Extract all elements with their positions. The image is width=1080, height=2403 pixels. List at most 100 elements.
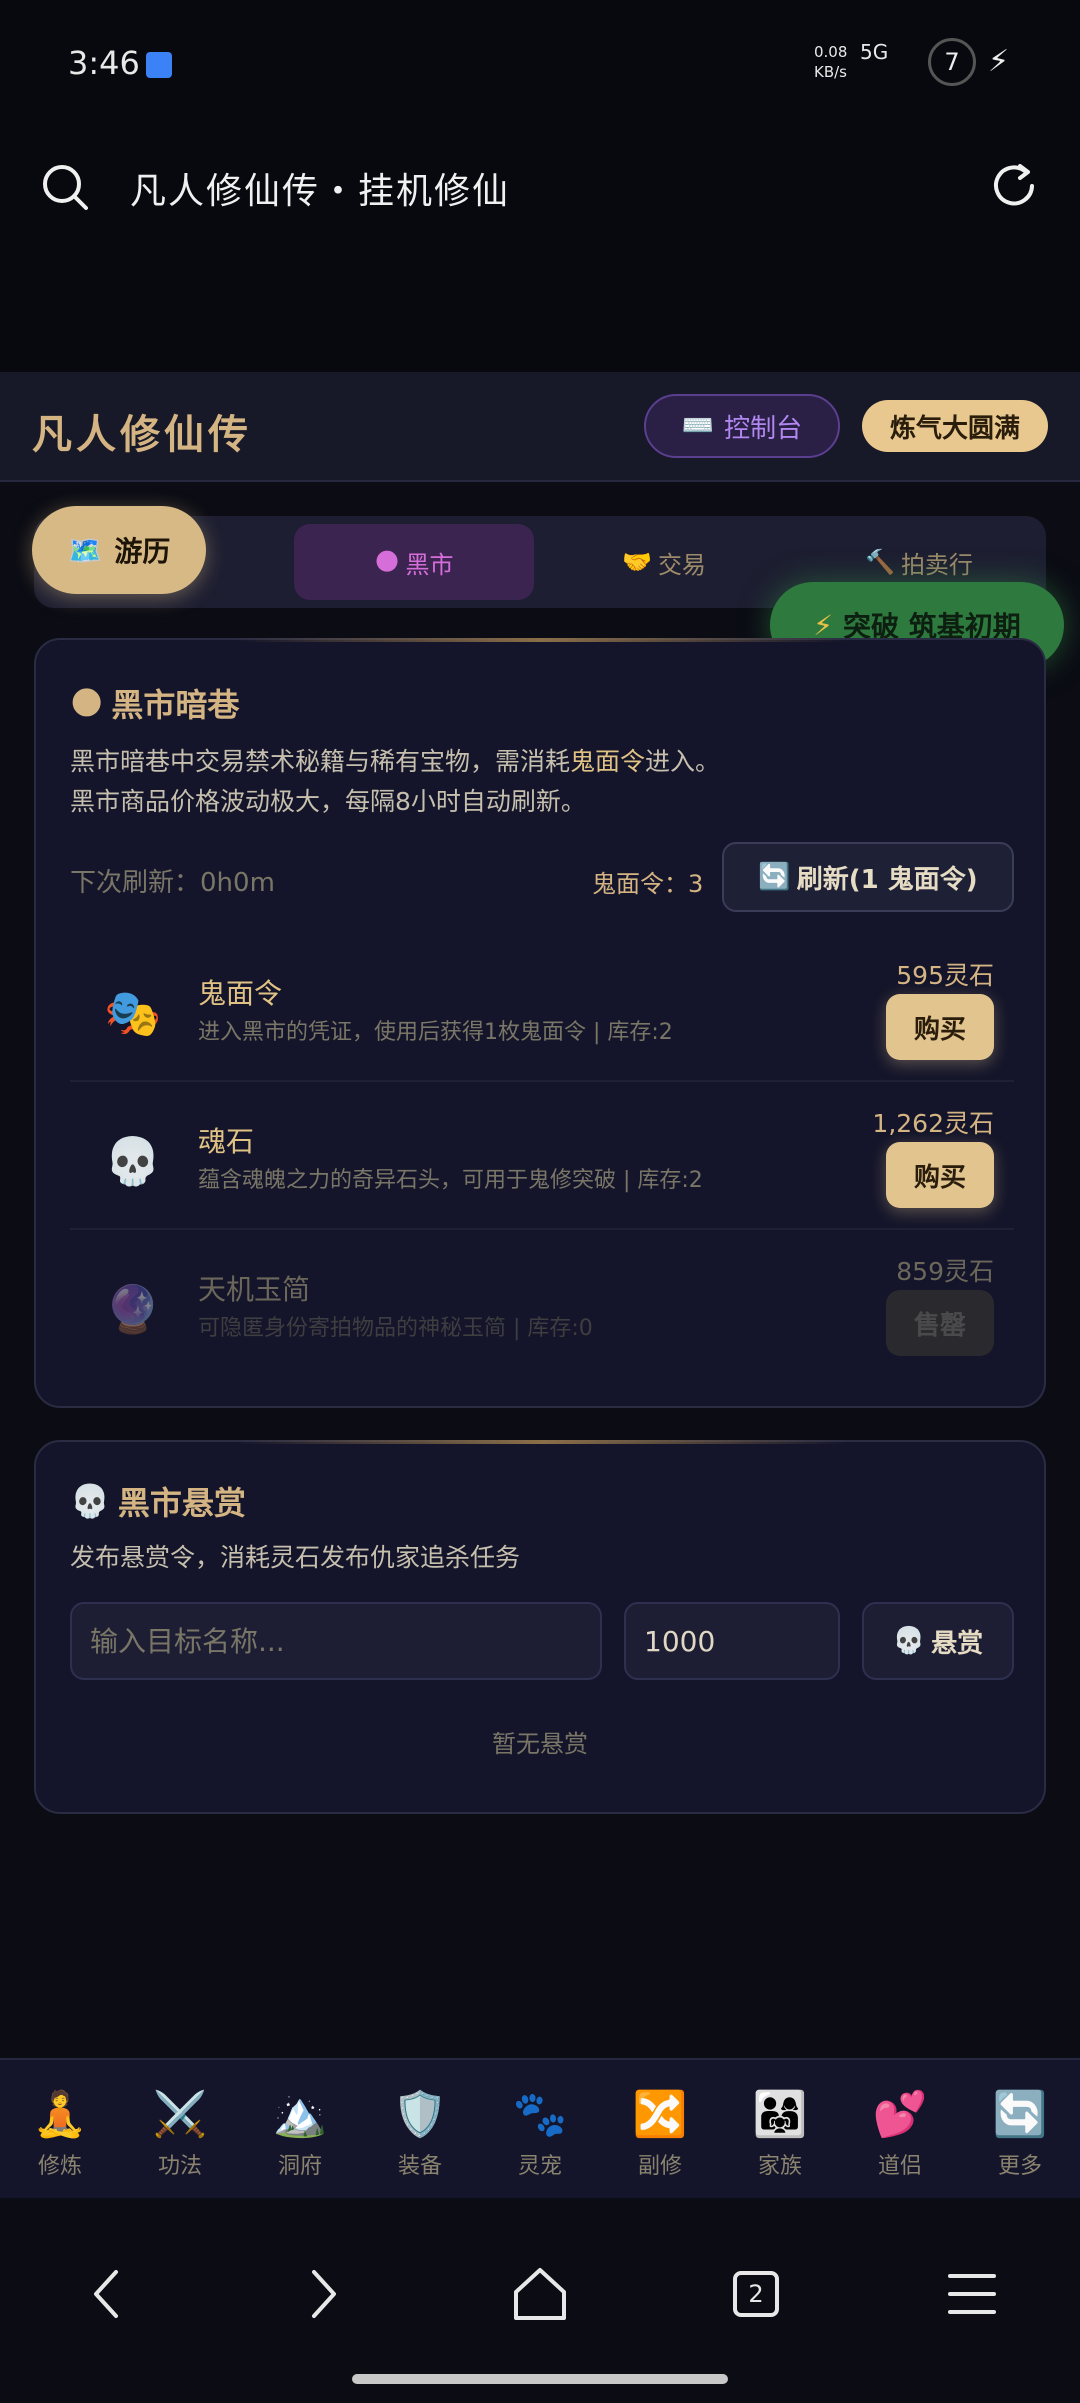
home-icon[interactable] <box>508 2262 572 2326</box>
next-refresh-timer: 下次刷新：0h0m <box>70 868 275 898</box>
nav-skills[interactable]: ⚔️ 功法 <box>130 2088 230 2180</box>
item-price: 1,262灵石 <box>872 1109 994 1138</box>
status-time: 3:46 <box>68 44 140 82</box>
nav-more[interactable]: 🔄 更多 <box>970 2088 1070 2180</box>
blackmarket-card: 🌑 黑市暗巷 黑市暗巷中交易禁术秘籍与稀有宝物，需消耗鬼面令进入。 黑市商品价格… <box>34 638 1046 1408</box>
crystal-ball-icon: 🔮 <box>104 1281 162 1336</box>
battery-icon: 7 <box>928 38 976 86</box>
refresh-market-button[interactable]: 🔄 刷新(1 鬼面令) <box>722 842 1014 912</box>
token-count: 鬼面令：3 <box>592 870 704 898</box>
search-icon[interactable] <box>38 160 92 214</box>
console-label: 控制台 <box>724 413 803 444</box>
game-header: 凡人修仙传 ⌨️ 控制台 炼气大圆满 <box>0 372 1080 482</box>
divider <box>70 1228 1014 1230</box>
nav-label: 功法 <box>157 2154 202 2179</box>
desc-text: 进入。 <box>645 747 721 776</box>
moon-icon: 🌑 <box>374 548 400 576</box>
nav-cave[interactable]: 🏔️ 洞府 <box>250 2088 350 2180</box>
nav-label: 更多 <box>997 2154 1042 2179</box>
divider <box>70 1080 1014 1082</box>
menu-icon[interactable] <box>940 2262 1004 2326</box>
home-indicator[interactable] <box>352 2374 728 2384</box>
blackmarket-title: 🌑 黑市暗巷 <box>70 680 239 726</box>
nav-partner[interactable]: 💕 道侣 <box>850 2088 950 2180</box>
tabs-icon[interactable]: 2 <box>724 2262 788 2326</box>
mask-icon: 🎭 <box>104 985 162 1040</box>
item-price: 595灵石 <box>896 961 994 990</box>
nav-family[interactable]: 👨‍👩‍👧 家族 <box>730 2088 830 2180</box>
bounty-title: 💀 黑市悬赏 <box>70 1478 246 1524</box>
item-description: 可隐匿身份寄拍物品的神秘玉简 | 库存:0 <box>198 1316 593 1341</box>
paw-icon: 🐾 <box>512 2089 568 2140</box>
hearts-icon: 💕 <box>872 2089 928 2140</box>
travel-label: 游历 <box>114 535 171 568</box>
signal-5g-icon: 5G <box>860 40 889 64</box>
console-button[interactable]: ⌨️ 控制台 <box>644 394 840 458</box>
buy-button[interactable]: 购买 <box>886 994 994 1060</box>
nav-label: 家族 <box>757 2154 802 2179</box>
bounty-empty-note: 暂无悬赏 <box>492 1730 588 1758</box>
item-description: 蕴含魂魄之力的奇异石头，可用于鬼修突破 | 库存:2 <box>198 1168 703 1193</box>
skull-icon: 💀 <box>70 1482 110 1520</box>
tab-blackmarket[interactable]: 🌑 黑市 <box>294 524 534 600</box>
card-title-text: 黑市暗巷 <box>111 686 240 724</box>
bounty-card: 💀 黑市悬赏 发布悬赏令，消耗灵石发布仇家追杀任务 💀 悬赏 暂无悬赏 <box>34 1440 1046 1814</box>
skull-icon: 💀 <box>104 1133 162 1188</box>
card-glow-line <box>236 1440 848 1444</box>
nav-label: 洞府 <box>277 2154 322 2179</box>
meditation-icon: 🧘 <box>32 2089 88 2140</box>
lightning-icon: ⚡ <box>813 608 833 642</box>
keyboard-icon: ⌨️ <box>681 411 715 441</box>
nav-pets[interactable]: 🐾 灵宠 <box>490 2088 590 2180</box>
browser-page-title[interactable]: 凡人修仙传・挂机修仙 <box>130 162 510 214</box>
reload-icon[interactable] <box>986 158 1042 214</box>
game-title: 凡人修仙传 <box>32 412 252 458</box>
item-name: 天机玉简 <box>198 1273 311 1306</box>
shield-icon: 🛡️ <box>392 2089 448 2140</box>
item-description: 进入黑市的凭证，使用后获得1枚鬼面令 | 库存:2 <box>198 1020 673 1045</box>
blackmarket-description: 黑市暗巷中交易禁术秘籍与稀有宝物，需消耗鬼面令进入。 黑市商品价格波动极大，每隔… <box>70 742 720 822</box>
card-glow-line <box>236 638 848 642</box>
tab-label: 黑市 <box>405 550 454 579</box>
card-title-text: 黑市悬赏 <box>117 1484 246 1522</box>
bounty-target-input[interactable] <box>70 1602 602 1680</box>
refresh-icon: 🔄 <box>758 862 791 892</box>
market-item: 🎭 鬼面令 进入黑市的凭证，使用后获得1枚鬼面令 | 库存:2 595灵石 购买 <box>70 940 1014 1088</box>
network-speed: 0.08 KB/s <box>814 43 848 81</box>
shuffle-icon: 🔀 <box>632 2089 688 2140</box>
bounty-amount-input[interactable] <box>624 1602 840 1680</box>
repeat-icon: 🔄 <box>992 2089 1048 2140</box>
nav-subclass[interactable]: 🔀 副修 <box>610 2088 710 2180</box>
tab-trade[interactable]: 🤝 交易 <box>564 524 764 600</box>
desc-text: 黑市暗巷中交易禁术秘籍与稀有宝物，需消耗 <box>70 747 571 776</box>
nav-equipment[interactable]: 🛡️ 装备 <box>370 2088 470 2180</box>
system-nav-bar: 2 <box>0 2198 1080 2403</box>
nav-label: 副修 <box>637 2154 682 2179</box>
nav-label: 灵宠 <box>517 2154 562 2179</box>
market-item: 🔮 天机玉简 可隐匿身份寄拍物品的神秘玉简 | 库存:0 859灵石 售罄 <box>70 1236 1014 1384</box>
travel-button[interactable]: 🗺️ 游历 <box>32 506 206 594</box>
item-name: 魂石 <box>198 1125 255 1158</box>
bounty-description: 发布悬赏令，消耗灵石发布仇家追杀任务 <box>70 1543 521 1572</box>
status-bar: 3:46 0.08 KB/s 5G 7 ⚡ <box>0 0 1080 130</box>
realm-badge: 炼气大圆满 <box>862 400 1048 452</box>
desc-line-1: 黑市暗巷中交易禁术秘籍与稀有宝物，需消耗鬼面令进入。 <box>70 742 720 782</box>
forward-icon[interactable] <box>290 2262 354 2326</box>
bottom-nav: 🧘 修炼 ⚔️ 功法 🏔️ 洞府 🛡️ 装备 🐾 灵宠 🔀 副修 👨‍👩‍👧 家族 💕 道侣 🔄… <box>0 2058 1080 2198</box>
skull-icon: 💀 <box>892 1626 926 1656</box>
back-icon[interactable] <box>76 2262 140 2326</box>
nav-cultivate[interactable]: 🧘 修炼 <box>10 2088 110 2180</box>
buy-button[interactable]: 购买 <box>886 1142 994 1208</box>
map-icon: 🗺️ <box>67 533 103 567</box>
tab-label: 拍卖行 <box>900 550 973 579</box>
refresh-label: 刷新(1 鬼面令) <box>796 864 978 895</box>
desc-highlight: 鬼面令 <box>570 747 646 776</box>
market-item: 💀 魂石 蕴含魂魄之力的奇异石头，可用于鬼修突破 | 库存:2 1,262灵石 … <box>70 1088 1014 1236</box>
family-icon: 👨‍👩‍👧 <box>752 2089 808 2140</box>
post-bounty-button[interactable]: 💀 悬赏 <box>862 1602 1014 1680</box>
nav-label: 装备 <box>397 2154 442 2179</box>
bounty-button-label: 悬赏 <box>931 1628 984 1659</box>
crossed-swords-icon: ⚔️ <box>152 2089 208 2140</box>
moon-icon: 🌑 <box>70 684 104 722</box>
charging-icon: ⚡ <box>988 44 1010 79</box>
